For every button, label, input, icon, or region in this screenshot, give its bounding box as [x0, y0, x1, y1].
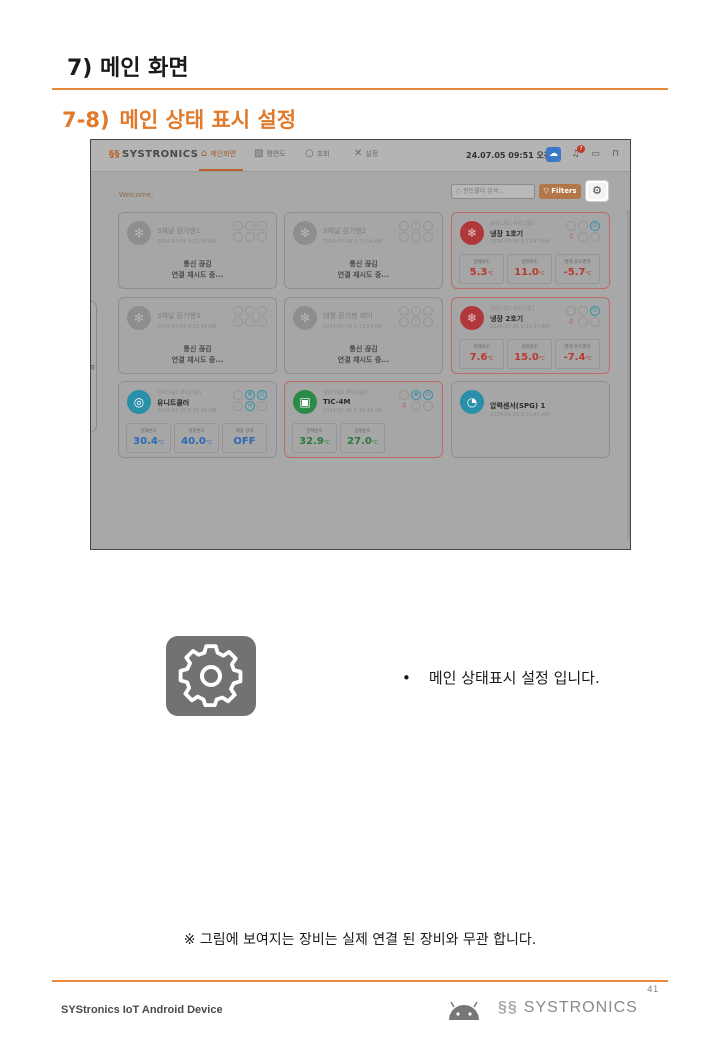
- device-name: 3채널 환기팬3: [157, 312, 201, 320]
- device-date: 2024-07-05 3:31:47 AM: [490, 239, 550, 245]
- device-group: 상위그룹1 하위그룹1: [490, 306, 535, 312]
- disclaimer-note: ※ 그림에 보여지는 장비는 실제 연결 된 장비와 무관 합니다.: [183, 932, 537, 948]
- nav-settings[interactable]: ✕ 설정: [354, 148, 378, 159]
- welcome-text: Welcome,: [119, 191, 154, 199]
- app-screenshot: §§ SYSTRONICS ⌂ 메인화면 ▧ 평면도 ○ 조회 ✕ 설정 24.07.05…: [90, 139, 631, 550]
- device-name: 3채널 환기팬2: [323, 227, 367, 235]
- value-boxes: 현재온도 32.9°C 설정온도 27.0°C: [292, 423, 385, 453]
- device-name: 대형 환기팬 제어: [323, 312, 373, 320]
- retry-status: 연결 재시도 중...: [337, 271, 390, 279]
- device-group: 상위그룹1 하위그룹1: [323, 390, 368, 396]
- gear-icon: [166, 636, 256, 716]
- device-date: 2024-07-04 3:31:54 AM: [157, 239, 217, 245]
- bell-badge: 7: [577, 145, 585, 153]
- device-name: TIC-4M: [323, 398, 351, 406]
- status-indicators: [399, 306, 434, 327]
- bullet-item: • 메인 상태표시 설정 입니다.: [402, 669, 600, 687]
- retry-status: 연결 재시도 중...: [171, 356, 224, 364]
- bell-icon[interactable]: ♫ 7: [568, 145, 585, 162]
- status-indicators: [233, 221, 268, 242]
- value-boxes: 현재온도 5.3°C 설정온도 11.0°C 현재 온도편차 -5.7°C: [459, 254, 600, 284]
- comm-status: 통신 끊김: [349, 260, 378, 268]
- subsection-heading: 7-8) 메인 상태 표시 설정: [62, 104, 296, 134]
- android-icon: [445, 1001, 483, 1025]
- search-icon: ○: [305, 148, 314, 159]
- nav-search[interactable]: ○ 조회: [305, 148, 330, 159]
- cloud-icon[interactable]: ☁: [546, 147, 561, 162]
- device-card[interactable]: ✻ 대형 환기팬 제어 2024-07-04 3:31:54 AM 통신 끊김 …: [284, 297, 443, 374]
- subsection-number: 7-8): [62, 108, 110, 132]
- tools-icon: ✕: [354, 148, 363, 159]
- device-card[interactable]: ❄ 상위그룹1 하위그룹1 냉장 2호기 2024-07-05 3:31:47 …: [451, 297, 610, 374]
- status-indicators: [399, 221, 434, 242]
- device-card[interactable]: ◔ 압력센서(SPG) 1 2024-06-25 3:31:40 AM: [451, 381, 610, 458]
- retry-status: 연결 재시도 중...: [337, 356, 390, 364]
- page-number: 41: [647, 985, 659, 995]
- status-indicators: ⏻ ♫: [566, 306, 601, 327]
- value-boxes: 현재온도 7.6°C 설정온도 15.0°C 현재 온도편차 -7.4°C: [459, 339, 600, 369]
- comm-status: 통신 끊김: [349, 345, 378, 353]
- device-name: 냉장 1호기: [490, 230, 524, 238]
- status-indicators: ✻ ⏻ ≋: [233, 390, 268, 411]
- retry-status: 연결 재시도 중...: [171, 271, 224, 279]
- value-boxes: 현재온도 30.4°C 설정온도 40.0°C 제상 상태 OFF: [126, 423, 267, 453]
- device-card[interactable]: ◎ 상위그룹1 하위그룹1 유니트쿨러 2024-07-05 3:31:45 A…: [118, 381, 277, 458]
- device-group: 상위그룹1 하위그룹1: [157, 390, 202, 396]
- device-name: 3채널 환기팬1: [157, 227, 201, 235]
- footer-logo: §§ SYSTRONICS: [498, 999, 638, 1016]
- cooler-icon: ◎: [127, 390, 151, 414]
- device-date: 2024-07-04 3:31:54 AM: [157, 324, 217, 330]
- device-card[interactable]: ▣ 상위그룹1 하위그룹1 TIC-4M 2024-07-05 3:31:44 …: [284, 381, 443, 458]
- status-indicators: [233, 306, 268, 327]
- device-card[interactable]: ❄ 상위그룹1 하위그룹1 냉장 1호기 2024-07-05 3:31:47 …: [451, 212, 610, 289]
- status-indicators: ⏻ ♫: [566, 221, 601, 242]
- scrollbar[interactable]: [627, 210, 630, 540]
- device-card[interactable]: ✻ 3채널 환기팬1 2024-07-04 3:31:54 AM 통신 끊김 연…: [118, 212, 277, 289]
- comm-status: 통신 끊김: [183, 345, 212, 353]
- heading-divider: [52, 88, 668, 90]
- fan-icon: ✻: [293, 306, 317, 330]
- app-topbar: §§ SYSTRONICS ⌂ 메인화면 ▧ 평면도 ○ 조회 ✕ 설정 24.07.05…: [91, 140, 630, 172]
- device-date: 2024-07-05 3:31:45 AM: [157, 408, 217, 414]
- fan-icon: ✻: [293, 221, 317, 245]
- device-date: 2024-06-25 3:31:40 AM: [490, 412, 550, 418]
- device-name: 냉장 2호기: [490, 315, 524, 323]
- nav-floorplan[interactable]: ▧ 평면도: [254, 148, 286, 159]
- home-icon: ⌂: [201, 148, 208, 159]
- controller-search-input[interactable]: ○ 컨트롤러 검색...: [451, 184, 535, 199]
- nav-active-indicator: [199, 169, 243, 171]
- lock-icon[interactable]: ⊓: [608, 147, 623, 162]
- device-name: 압력센서(SPG) 1: [490, 402, 546, 410]
- gear-settings-button[interactable]: ⚙: [586, 181, 608, 201]
- device-date: 2024-07-04 3:31:54 AM: [323, 239, 383, 245]
- device-card[interactable]: ✻ 3채널 환기팬3 2024-07-04 3:31:54 AM 통신 끊김 연…: [118, 297, 277, 374]
- filters-button[interactable]: ▽ Filters: [539, 184, 581, 199]
- monitor-icon[interactable]: ▭: [588, 147, 603, 162]
- footer-divider: [52, 980, 668, 982]
- device-name: 유니트쿨러: [157, 399, 190, 407]
- nav-main[interactable]: ⌂ 메인화면: [201, 148, 236, 159]
- thermometer-icon: ❄: [460, 221, 484, 245]
- subsection-title: 메인 상태 표시 설정: [119, 108, 297, 132]
- fan-icon: ✻: [127, 221, 151, 245]
- section-heading: 7) 메인 화면: [67, 56, 189, 81]
- device-date: 2024-07-05 3:31:47 AM: [490, 324, 550, 330]
- floorplan-icon: ▧: [254, 148, 264, 159]
- app-logo: §§ SYSTRONICS: [109, 149, 199, 160]
- fan-icon: ✻: [127, 306, 151, 330]
- device-date: 2024-07-04 3:31:54 AM: [323, 324, 383, 330]
- device-date: 2024-07-05 3:31:44 AM: [323, 408, 383, 414]
- device-card[interactable]: ✻ 3채널 환기팬2 2024-07-04 3:31:54 AM 통신 끊김 연…: [284, 212, 443, 289]
- side-drawer-handle[interactable]: ≡: [91, 300, 97, 433]
- pressure-gauge-icon: ◔: [460, 390, 484, 414]
- device-group: 상위그룹1 하위그룹1: [490, 221, 535, 227]
- thermometer-icon: ❄: [460, 306, 484, 330]
- status-indicators: ✻ ⏻ ♫: [399, 390, 434, 411]
- footer-title: SYStronics IoT Android Device: [61, 1004, 223, 1016]
- menu-icon: ≡: [91, 363, 96, 373]
- controller-icon: ▣: [293, 390, 317, 414]
- comm-status: 통신 끊김: [183, 260, 212, 268]
- datetime: 24.07.05 09:51 오전: [466, 151, 552, 160]
